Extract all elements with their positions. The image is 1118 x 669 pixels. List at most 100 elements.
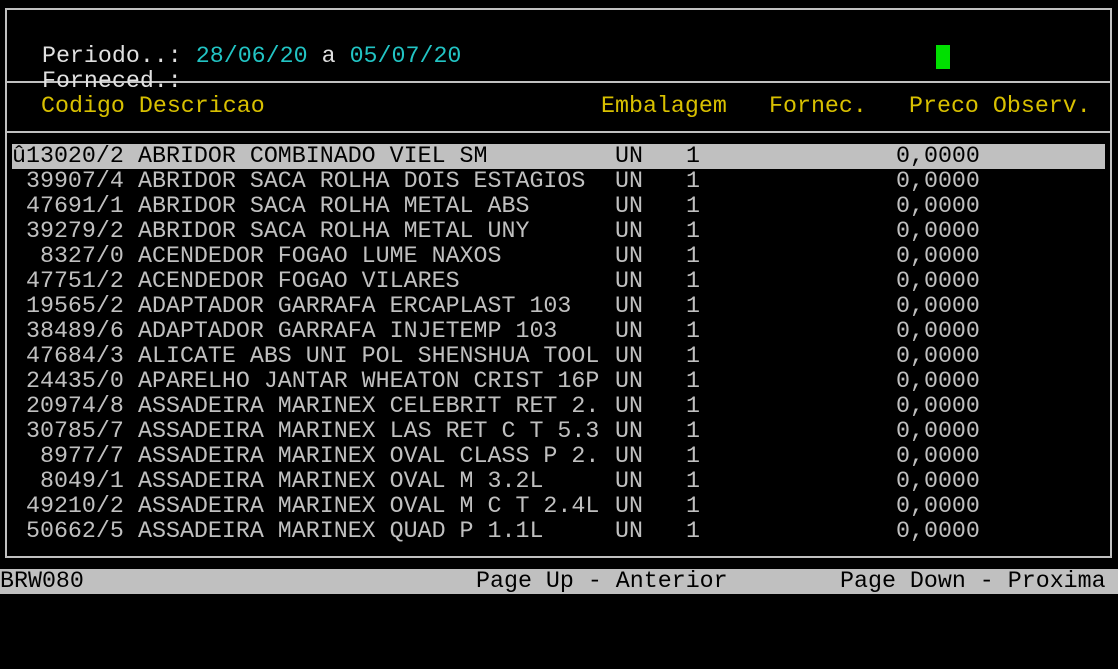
row-quantity: 1 bbox=[686, 243, 700, 269]
page-down-hint[interactable]: Page Down - Proxima bbox=[840, 569, 1106, 594]
row-packaging: UN bbox=[615, 168, 643, 194]
row-packaging: UN bbox=[615, 268, 643, 294]
row-code: 39907/4 bbox=[12, 168, 124, 194]
row-quantity: 1 bbox=[686, 168, 700, 194]
row-code: 30785/7 bbox=[12, 418, 124, 444]
row-price: 0,0000 bbox=[896, 168, 980, 194]
row-description: ASSADEIRA MARINEX OVAL CLASS P 2. bbox=[138, 443, 600, 469]
row-description: APARELHO JANTAR WHEATON CRIST 16P bbox=[138, 368, 600, 394]
row-price: 0,0000 bbox=[896, 318, 980, 344]
row-price: 0,0000 bbox=[896, 293, 980, 319]
row-code: 50662/5 bbox=[12, 518, 124, 544]
row-description: ASSADEIRA MARINEX OVAL M 3.2L bbox=[138, 468, 544, 494]
row-price: 0,0000 bbox=[896, 418, 980, 444]
row-code: 47691/1 bbox=[12, 193, 124, 219]
row-packaging: UN bbox=[615, 243, 643, 269]
row-quantity: 1 bbox=[686, 393, 700, 419]
period-line: Periodo..: 28/06/20 a 05/07/20 bbox=[14, 19, 461, 69]
row-quantity: 1 bbox=[686, 468, 700, 494]
row-code: 47684/3 bbox=[12, 343, 124, 369]
period-separator: a bbox=[321, 43, 336, 69]
row-price: 0,0000 bbox=[896, 443, 980, 469]
column-price-observation: Preco Observ. bbox=[909, 93, 1091, 119]
row-code: 8049/1 bbox=[12, 468, 124, 494]
row-quantity: 1 bbox=[686, 218, 700, 244]
row-price: 0,0000 bbox=[896, 193, 980, 219]
row-quantity: 1 bbox=[686, 418, 700, 444]
table-row[interactable]: 19565/2 ADAPTADOR GARRAFA ERCAPLAST 103 UN… bbox=[12, 294, 1105, 319]
period-end-field[interactable]: 05/07/20 bbox=[350, 43, 462, 69]
row-description: ABRIDOR SACA ROLHA METAL ABS bbox=[138, 193, 530, 219]
row-quantity: 1 bbox=[686, 318, 700, 344]
column-code-description: Codigo Descricao bbox=[41, 93, 265, 119]
table-row[interactable]: 8049/1 ASSADEIRA MARINEX OVAL M 3.2L UN 1 0,… bbox=[12, 469, 1105, 494]
row-code: 47751/2 bbox=[12, 268, 124, 294]
row-code: 38489/6 bbox=[12, 318, 124, 344]
table-row[interactable]: 49210/2 ASSADEIRA MARINEX OVAL M C T 2.4L… bbox=[12, 494, 1105, 519]
row-price: 0,0000 bbox=[896, 343, 980, 369]
row-packaging: UN bbox=[615, 143, 643, 169]
row-quantity: 1 bbox=[686, 493, 700, 519]
row-quantity: 1 bbox=[686, 368, 700, 394]
page-up-hint[interactable]: Page Up - Anterior bbox=[476, 569, 728, 594]
program-id: BRW080 bbox=[0, 568, 84, 594]
row-description: ASSADEIRA MARINEX CELEBRIT RET 2. bbox=[138, 393, 600, 419]
row-packaging: UN bbox=[615, 518, 643, 544]
table-row[interactable]: 38489/6 ADAPTADOR GARRAFA INJETEMP 103 UN 1… bbox=[12, 319, 1105, 344]
row-packaging: UN bbox=[615, 443, 643, 469]
row-price: 0,0000 bbox=[896, 218, 980, 244]
row-description: ASSADEIRA MARINEX LAS RET C T 5.3 bbox=[138, 418, 600, 444]
table-row[interactable]: 20974/8 ASSADEIRA MARINEX CELEBRIT RET 2.… bbox=[12, 394, 1105, 419]
row-packaging: UN bbox=[615, 418, 643, 444]
row-packaging: UN bbox=[615, 468, 643, 494]
row-packaging: UN bbox=[615, 393, 643, 419]
row-price: 0,0000 bbox=[896, 243, 980, 269]
row-description: ABRIDOR SACA ROLHA DOIS ESTAGIOS bbox=[138, 168, 586, 194]
row-packaging: UN bbox=[615, 368, 643, 394]
table-row[interactable]: û13020/2 ABRIDOR COMBINADO VIEL SM UN 1 0,00… bbox=[12, 144, 1105, 169]
row-quantity: 1 bbox=[686, 518, 700, 544]
table-row[interactable]: 30785/7 ASSADEIRA MARINEX LAS RET C T 5.3… bbox=[12, 419, 1105, 444]
row-packaging: UN bbox=[615, 193, 643, 219]
table-row[interactable]: 50662/5 ASSADEIRA MARINEX QUAD P 1.1L UN 1 0… bbox=[12, 519, 1105, 544]
row-description: ASSADEIRA MARINEX OVAL M C T 2.4L bbox=[138, 493, 600, 519]
row-price: 0,0000 bbox=[896, 518, 980, 544]
row-code: 24435/0 bbox=[12, 368, 124, 394]
row-quantity: 1 bbox=[686, 343, 700, 369]
table-row[interactable]: 47751/2 ACENDEDOR FOGAO VILARES UN 1 0,0000 bbox=[12, 269, 1105, 294]
supplier-label: Forneced.: bbox=[41, 68, 182, 94]
table-row[interactable]: 39279/2 ABRIDOR SACA ROLHA METAL UNY UN 1 0,… bbox=[12, 219, 1105, 244]
status-bar: BRW080 Page Up - Anterior Page Down - Pr… bbox=[0, 569, 1118, 594]
row-code: 39279/2 bbox=[12, 218, 124, 244]
row-quantity: 1 bbox=[686, 268, 700, 294]
row-description: ABRIDOR SACA ROLHA METAL UNY bbox=[138, 218, 530, 244]
row-price: 0,0000 bbox=[896, 268, 980, 294]
table-row[interactable]: 39907/4 ABRIDOR SACA ROLHA DOIS ESTAGIOS U… bbox=[12, 169, 1105, 194]
row-packaging: UN bbox=[615, 318, 643, 344]
row-code: 49210/2 bbox=[12, 493, 124, 519]
row-code: 19565/2 bbox=[12, 293, 124, 319]
table-row[interactable]: 8327/0 ACENDEDOR FOGAO LUME NAXOS UN 1 0,000… bbox=[12, 244, 1105, 269]
row-quantity: 1 bbox=[686, 193, 700, 219]
row-code: 8327/0 bbox=[12, 243, 124, 269]
row-price: 0,0000 bbox=[896, 468, 980, 494]
table-row[interactable]: 47684/3 ALICATE ABS UNI POL SHENSHUA TOOL… bbox=[12, 344, 1105, 369]
table-row[interactable]: 24435/0 APARELHO JANTAR WHEATON CRIST 16P… bbox=[12, 369, 1105, 394]
period-start-field[interactable]: 28/06/20 bbox=[196, 43, 308, 69]
row-description: ADAPTADOR GARRAFA ERCAPLAST 103 bbox=[138, 293, 572, 319]
column-packaging: Embalagem bbox=[601, 93, 727, 119]
row-packaging: UN bbox=[615, 293, 643, 319]
row-code: û13020/2 bbox=[12, 143, 124, 169]
table-row[interactable]: 8977/7 ASSADEIRA MARINEX OVAL CLASS P 2. U… bbox=[12, 444, 1105, 469]
row-price: 0,0000 bbox=[896, 393, 980, 419]
text-cursor bbox=[936, 45, 950, 69]
table-row[interactable]: 47691/1 ABRIDOR SACA ROLHA METAL ABS UN 1 0,… bbox=[12, 194, 1105, 219]
row-description: ACENDEDOR FOGAO LUME NAXOS bbox=[138, 243, 502, 269]
row-quantity: 1 bbox=[686, 293, 700, 319]
row-code: 20974/8 bbox=[12, 393, 124, 419]
supplier-line: Forneced.: bbox=[14, 44, 182, 94]
column-supplier: Fornec. bbox=[769, 93, 867, 119]
row-packaging: UN bbox=[615, 493, 643, 519]
row-price: 0,0000 bbox=[896, 493, 980, 519]
row-code: 8977/7 bbox=[12, 443, 124, 469]
